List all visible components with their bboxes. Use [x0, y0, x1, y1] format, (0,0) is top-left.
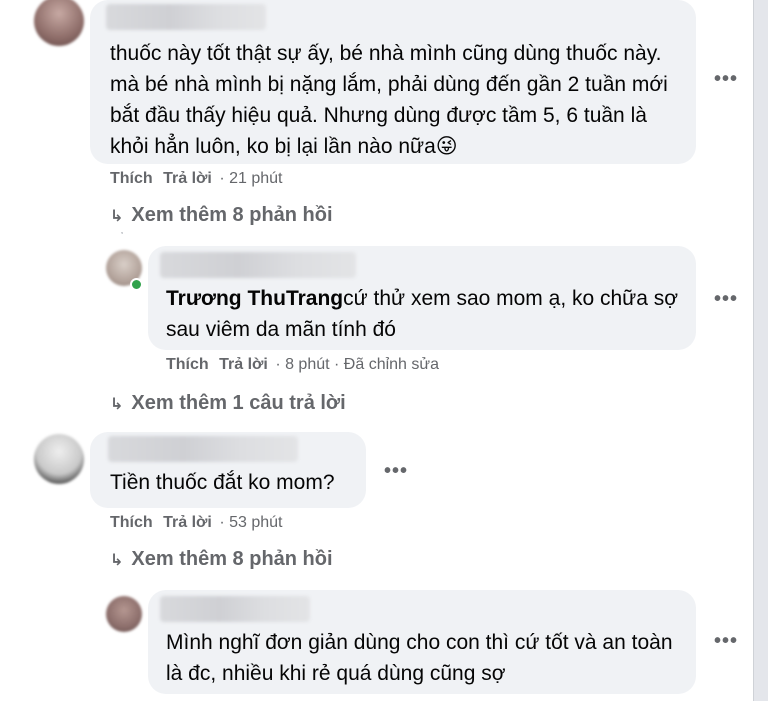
- like-button[interactable]: Thích: [110, 170, 153, 187]
- timestamp: · 53 phút: [219, 514, 283, 531]
- like-button[interactable]: Thích: [166, 356, 209, 373]
- reply-button[interactable]: Trả lời: [163, 170, 212, 187]
- comment-text: Mình nghĩ đơn giản dùng cho con thì cứ t…: [166, 631, 673, 685]
- more-options-icon[interactable]: •••: [714, 68, 738, 91]
- comment-text: Tiền thuốc đắt ko mom?: [110, 471, 335, 494]
- comment-actions: Thích Trả lời · 8 phút · Đã chỉnh sửa: [166, 356, 439, 374]
- avatar[interactable]: [106, 596, 142, 632]
- comment-text: Trương ThuTrangcứ thử xem sao mom ạ, ko …: [166, 287, 679, 341]
- author-name-redacted: [106, 4, 266, 30]
- reply-button[interactable]: Trả lời: [219, 356, 268, 373]
- thread-connector: [121, 232, 123, 234]
- mentioned-user-link[interactable]: Trương ThuTrang: [166, 287, 343, 310]
- like-button[interactable]: Thích: [110, 514, 153, 531]
- view-more-replies[interactable]: ↳ Xem thêm 8 phản hồi: [110, 204, 333, 227]
- more-options-icon[interactable]: •••: [384, 460, 408, 483]
- window-edge: [753, 0, 768, 701]
- reply-button[interactable]: Trả lời: [163, 514, 212, 531]
- comment-actions: Thích Trả lời · 53 phút: [110, 514, 282, 532]
- more-options-icon[interactable]: •••: [714, 288, 738, 311]
- reply-arrow-icon: ↳: [110, 552, 124, 569]
- comment-actions: Thích Trả lời · 21 phút: [110, 170, 282, 188]
- comment-text: thuốc này tốt thật sự ấy, bé nhà mình cũ…: [110, 42, 668, 158]
- author-name-redacted: [108, 436, 298, 462]
- avatar[interactable]: [34, 434, 84, 484]
- view-more-replies[interactable]: ↳ Xem thêm 1 câu trả lời: [110, 392, 346, 415]
- more-options-icon[interactable]: •••: [714, 630, 738, 653]
- reply-arrow-icon: ↳: [110, 396, 124, 413]
- view-more-replies[interactable]: ↳ Xem thêm 8 phản hồi: [110, 548, 333, 571]
- author-name-redacted: [160, 252, 356, 278]
- online-status-indicator: [130, 278, 143, 291]
- timestamp: · 8 phút · Đã chỉnh sửa: [275, 356, 439, 373]
- avatar[interactable]: [34, 0, 84, 46]
- author-name-redacted: [160, 596, 310, 622]
- reply-arrow-icon: ↳: [110, 208, 124, 225]
- timestamp: · 21 phút: [219, 170, 283, 187]
